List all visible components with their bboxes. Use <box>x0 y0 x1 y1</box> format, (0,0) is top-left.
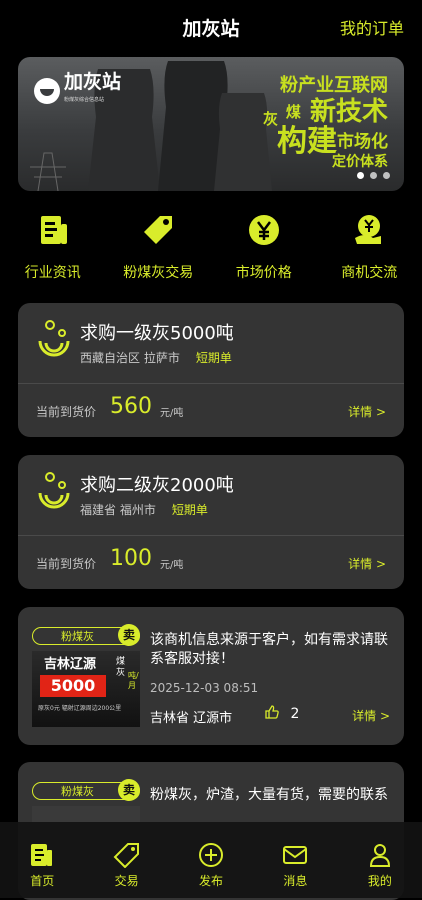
tab-label: 消息 <box>253 872 337 889</box>
logo-subtitle: 粉煤灰综合信息站 <box>64 91 121 109</box>
slogan-market: 市场化 <box>337 132 388 152</box>
tag-icon <box>113 842 141 868</box>
tab-trade[interactable]: 交易 <box>84 822 168 898</box>
price-value: 560 <box>110 394 152 419</box>
tab-profile[interactable]: 我的 <box>338 822 422 898</box>
tab-label: 首页 <box>0 872 84 889</box>
opportunity-icon <box>351 212 387 248</box>
sell-badge: 卖 <box>118 779 140 801</box>
slogan-line1: 粉产业互联网 <box>263 71 388 97</box>
person-icon <box>366 842 394 868</box>
tab-messages[interactable]: 消息 <box>253 822 337 898</box>
details-link[interactable]: 详情 > <box>348 403 386 420</box>
thumb-side-unit: 吨/月 <box>128 671 138 691</box>
banner-pagination[interactable] <box>357 172 390 179</box>
details-link[interactable]: 详情 > <box>352 707 390 724</box>
listing-card[interactable]: 粉煤灰 卖 吉林辽源 5000 煤灰 吨/月 原灰0元 辐射辽源周边200公里 … <box>18 607 404 745</box>
banner-dot[interactable] <box>357 172 364 179</box>
my-orders-link[interactable]: 我的订单 <box>340 15 404 39</box>
thumb-amount: 5000 <box>40 675 106 697</box>
purchase-request-card[interactable]: 求购二级灰2000吨 福建省 福州市 短期单 当前到货价 100 元/吨 详情 > <box>18 455 404 589</box>
banner-slogan: 粉产业互联网 煤 新技术 灰 构建市场化 定价体系 <box>263 71 388 171</box>
quick-menu-label: 市场价格 <box>211 262 317 282</box>
divider <box>18 535 404 536</box>
like-count: 2 <box>290 706 299 722</box>
app-header: 加灰站 我的订单 <box>0 0 422 52</box>
thumb-city: 吉林辽源 <box>44 653 96 672</box>
slogan-ash: 灰 <box>263 113 278 125</box>
tab-label: 我的 <box>338 872 422 889</box>
request-term-tag: 短期单 <box>172 503 208 517</box>
price-unit: 元/吨 <box>160 556 183 571</box>
quick-menu-label: 粉煤灰交易 <box>106 262 212 282</box>
ash-request-icon <box>36 471 72 513</box>
quick-menu-label: 商机交流 <box>317 262 422 282</box>
document-icon <box>35 212 71 248</box>
price-label: 当前到货价 <box>36 403 96 420</box>
details-link[interactable]: 详情 > <box>348 555 386 572</box>
banner-dot[interactable] <box>383 172 390 179</box>
plus-circle-icon <box>197 842 225 868</box>
logo-icon <box>34 78 60 104</box>
listing-description: 粉煤灰，炉渣，大量有货，需要的联系 <box>150 786 390 805</box>
request-title: 求购一级灰5000吨 <box>80 319 234 345</box>
request-term-tag: 短期单 <box>196 351 232 365</box>
mail-icon <box>281 842 309 868</box>
tag-icon <box>140 212 176 248</box>
like-button[interactable]: 2 <box>264 704 299 722</box>
bottom-tab-bar: 首页 交易 发布 消息 我的 <box>0 822 422 898</box>
ash-request-icon <box>36 319 72 361</box>
banner-dot[interactable] <box>370 172 377 179</box>
request-location-row: 福建省 福州市 短期单 <box>80 501 208 518</box>
request-title: 求购二级灰2000吨 <box>80 471 234 497</box>
thumbs-up-icon <box>264 704 280 720</box>
request-location: 西藏自治区 拉萨市 <box>80 351 180 365</box>
yuan-icon <box>246 212 282 248</box>
purchase-request-card[interactable]: 求购一级灰5000吨 西藏自治区 拉萨市 短期单 当前到货价 560 元/吨 详情… <box>18 303 404 437</box>
tab-label: 交易 <box>84 872 168 889</box>
quick-menu-price[interactable]: 市场价格 <box>211 212 317 282</box>
quick-menu-news[interactable]: 行业资讯 <box>0 212 106 282</box>
listing-description: 该商机信息来源于客户，如有需求请联系客服对接！ <box>150 631 390 669</box>
logo-text: 加灰站 <box>64 71 121 93</box>
thumb-fine-print: 原灰0元 辐射辽源周边200公里 <box>38 703 121 712</box>
quick-menu-trade[interactable]: 粉煤灰交易 <box>106 212 212 282</box>
thumb-side-text: 煤灰 <box>116 657 126 679</box>
slogan-new-tech: 新技术 <box>310 97 388 127</box>
request-location-row: 西藏自治区 拉萨市 短期单 <box>80 349 232 366</box>
listing-thumbnail: 吉林辽源 5000 煤灰 吨/月 原灰0元 辐射辽源周边200公里 <box>32 651 140 727</box>
price-unit: 元/吨 <box>160 404 183 419</box>
tab-publish[interactable]: 发布 <box>169 822 253 898</box>
promo-banner[interactable]: 加灰站 粉煤灰综合信息站 粉产业互联网 煤 新技术 灰 构建市场化 定价体系 <box>18 57 404 191</box>
home-icon <box>28 842 56 868</box>
quick-menu: 行业资讯 粉煤灰交易 市场价格 商机交流 <box>0 212 422 282</box>
listing-date: 2025-12-03 08:51 <box>150 681 258 695</box>
sell-badge: 卖 <box>118 624 140 646</box>
tab-label: 发布 <box>169 872 253 889</box>
request-location: 福建省 福州市 <box>80 503 156 517</box>
slogan-build: 构建 <box>277 124 337 159</box>
tab-home[interactable]: 首页 <box>0 822 84 898</box>
quick-menu-label: 行业资讯 <box>0 262 106 282</box>
divider <box>18 383 404 384</box>
slogan-coal: 煤 <box>286 103 301 121</box>
price-label: 当前到货价 <box>36 555 96 572</box>
listing-location: 吉林省 辽源市 <box>150 707 232 726</box>
banner-logo: 加灰站 粉煤灰综合信息站 <box>34 73 121 109</box>
quick-menu-opportunity[interactable]: 商机交流 <box>317 212 422 282</box>
price-value: 100 <box>110 546 152 571</box>
